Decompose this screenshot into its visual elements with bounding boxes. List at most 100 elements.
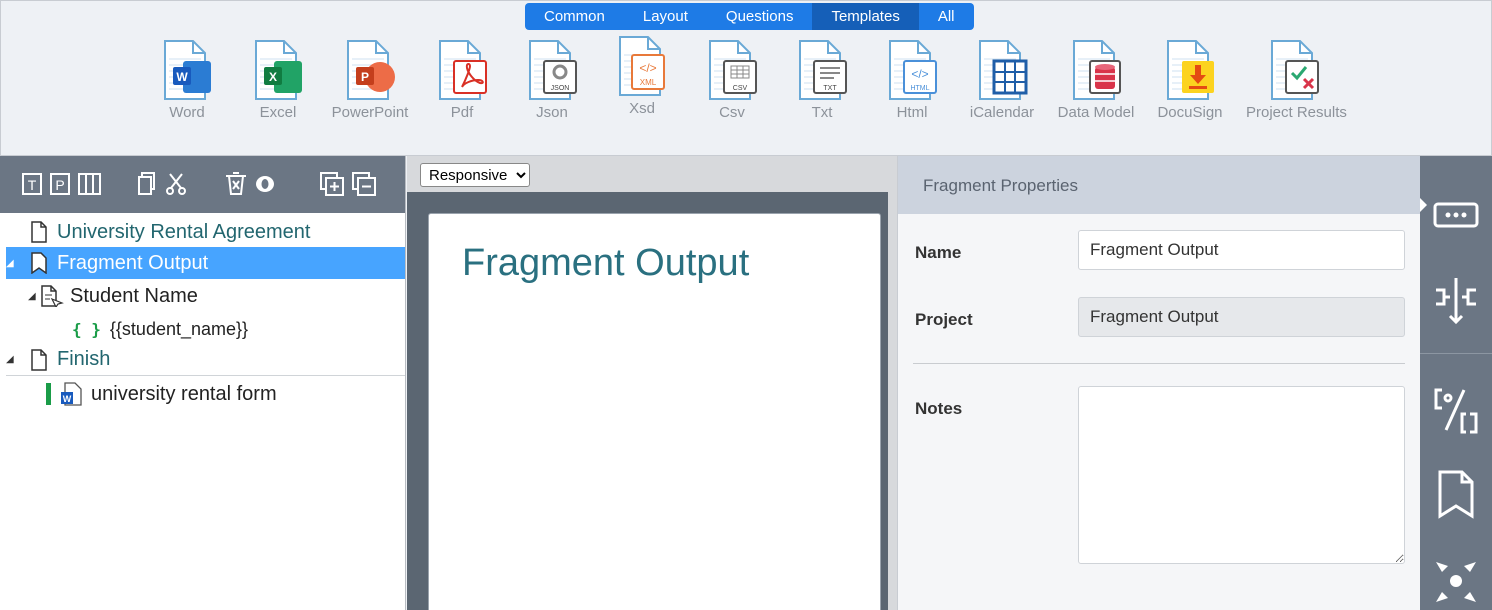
preview-area: Responsive Fragment Output [407,156,897,610]
project-field[interactable] [1078,297,1405,337]
tool-docusign[interactable]: DocuSign [1143,39,1237,121]
outline-panel: T P University Rental Agreement ◢ Fragme… [0,156,406,610]
tree-node-student-name[interactable]: ◢ Student Name [28,280,405,312]
svg-text:P: P [361,70,369,84]
properties-panel: Fragment Properties Name Project Notes [897,156,1420,610]
name-field[interactable] [1078,230,1405,270]
tab-questions[interactable]: Questions [707,3,813,30]
tool-csv[interactable]: CSV Csv [685,39,779,121]
tool-xsd-label: Xsd [629,100,655,117]
svg-text:P: P [55,177,64,193]
tool-project-results[interactable]: Project Results [1246,39,1347,121]
tool-word[interactable]: W Word [140,39,234,121]
tool-data-model[interactable]: Data Model [1049,39,1143,121]
fragment-icon [31,252,47,274]
tab-common[interactable]: Common [525,3,624,30]
tab-templates[interactable]: Templates [812,3,919,30]
variable-braces-icon: { } [72,319,101,339]
page-icon [31,221,47,243]
svg-text:</>: </> [911,67,928,81]
tool-powerpoint[interactable]: P PowerPoint [323,39,417,121]
txt-file-icon: TXT [799,40,847,100]
tool-txt-label: Txt [811,104,833,121]
properties-divider [913,363,1405,364]
svg-text:XML: XML [640,78,657,87]
docusign-file-icon [1167,40,1214,100]
page-icon [31,348,47,371]
calendar-file-icon [979,40,1028,100]
side-rail [1420,156,1492,610]
collapse-arrows-icon[interactable] [1432,556,1480,606]
tool-json-label: Json [536,104,568,121]
word-file-icon: W [164,40,211,100]
outline-toolbar: T P [0,156,405,213]
svg-text:JSON: JSON [551,85,570,92]
preview-scrollbar[interactable] [888,156,897,610]
expand-collapse-icons[interactable] [320,172,380,198]
notes-label: Notes [915,399,963,418]
tool-html-label: Html [896,104,928,121]
tool-txt[interactable]: TXT Txt [775,39,869,121]
html-file-icon: </> HTML [889,40,937,100]
tree-node-fragment-output[interactable]: ◢ Fragment Output [6,247,405,279]
svg-text:TXT: TXT [823,85,837,92]
expand-toggle-icon[interactable]: ◢ [28,291,40,302]
preview-page: Fragment Output [428,213,881,610]
view-mode-icons: T P [22,173,101,195]
tool-powerpoint-label: PowerPoint [331,104,409,121]
expand-toggle-icon[interactable]: ◢ [6,354,18,365]
xsd-file-icon: </> XML [619,36,665,96]
preview-toolbar: Responsive [407,156,888,192]
tool-csv-label: Csv [719,104,745,121]
delete-visibility-icons[interactable] [225,172,277,196]
notes-field[interactable] [1078,386,1405,564]
properties-panel-icon[interactable] [1432,198,1480,232]
svg-text:X: X [269,70,277,84]
variables-icon[interactable] [1432,384,1480,436]
tool-word-label: Word [169,104,205,121]
word-file-icon: W [61,382,82,406]
tool-docusign-label: DocuSign [1157,104,1223,121]
svg-text:T: T [28,177,37,193]
svg-text:W: W [63,394,72,404]
excel-file-icon: X [255,40,302,100]
powerpoint-file-icon: P [347,40,395,100]
properties-header: Fragment Properties [898,156,1420,214]
tool-icalendar-label: iCalendar [969,104,1035,121]
tree-node-university-rental-form[interactable]: W university rental form [46,378,405,410]
view-mode-select[interactable]: Responsive [420,163,530,187]
tree-node-finish[interactable]: ◢ Finish [6,344,405,376]
tool-pdf-label: Pdf [450,104,474,121]
tab-all[interactable]: All [919,3,974,30]
tab-layout[interactable]: Layout [624,3,707,30]
project-label: Project [915,310,973,329]
expand-toggle-icon[interactable]: ◢ [6,258,18,269]
tool-excel[interactable]: X Excel [231,39,325,121]
status-bar [46,383,51,405]
fragment-bookmark-icon[interactable] [1432,468,1480,520]
json-file-icon: JSON [529,40,577,100]
rail-separator [1420,353,1492,354]
active-indicator [1420,198,1427,212]
tool-icalendar[interactable]: iCalendar [955,39,1049,121]
merge-flow-icon[interactable] [1432,274,1480,326]
tool-html[interactable]: </> HTML Html [865,39,959,121]
pdf-file-icon [439,40,487,100]
tool-xsd[interactable]: </> XML Xsd [595,35,689,117]
database-file-icon [1073,40,1121,100]
svg-text:CSV: CSV [733,85,748,92]
svg-text:HTML: HTML [910,85,929,92]
tool-json[interactable]: JSON Json [505,39,599,121]
ribbon: Common Layout Questions Templates All W … [0,0,1492,156]
tool-excel-label: Excel [259,104,297,121]
tree-node-university-rental-agreement[interactable]: University Rental Agreement [6,216,405,248]
name-label: Name [915,243,962,262]
tool-pdf[interactable]: Pdf [415,39,509,121]
question-icon [41,285,64,307]
tool-data-model-label: Data Model [1057,104,1135,121]
project-results-file-icon [1271,40,1319,100]
copy-cut-icons[interactable] [138,172,190,196]
csv-file-icon: CSV [709,40,757,100]
ribbon-tabs: Common Layout Questions Templates All [525,3,974,30]
tree-node-student-name-variable[interactable]: { } {{student_name}} [72,313,405,345]
